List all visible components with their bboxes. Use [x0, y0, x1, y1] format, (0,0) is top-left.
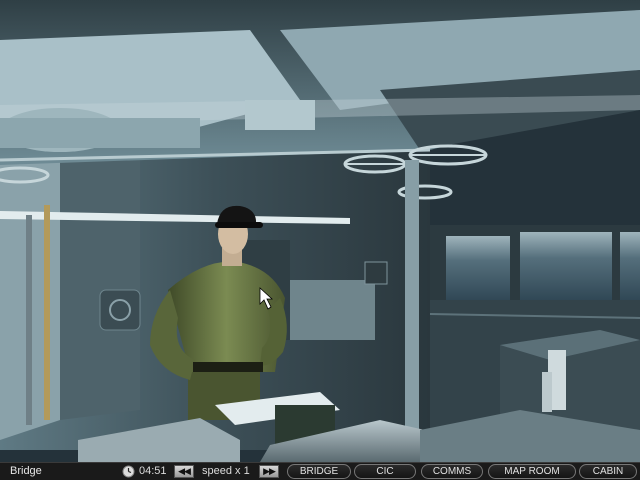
nav-bridge-button[interactable]: BRIDGE [287, 464, 351, 479]
speed-up-button[interactable]: ▶▶ [259, 465, 279, 478]
location-label: Bridge [10, 465, 42, 477]
clock-icon [122, 465, 135, 478]
nav-cabin-button[interactable]: CABIN [579, 464, 637, 479]
fast-forward-icon: ▶▶ [263, 466, 276, 476]
nav-comms-button[interactable]: COMMS [421, 464, 483, 479]
speed-label: speed x 1 [202, 465, 250, 477]
nav-map-room-button[interactable]: MAP ROOM [488, 464, 576, 479]
nav-cic-button[interactable]: CIC [354, 464, 416, 479]
speed-down-button[interactable]: ◀◀ [174, 465, 194, 478]
status-bar: Bridge 04:51 ◀◀ speed x 1 ▶▶ BRIDGE CIC … [0, 462, 640, 480]
game-time: 04:51 [139, 465, 167, 477]
rewind-icon: ◀◀ [178, 466, 191, 476]
bridge-scene [0, 0, 640, 462]
